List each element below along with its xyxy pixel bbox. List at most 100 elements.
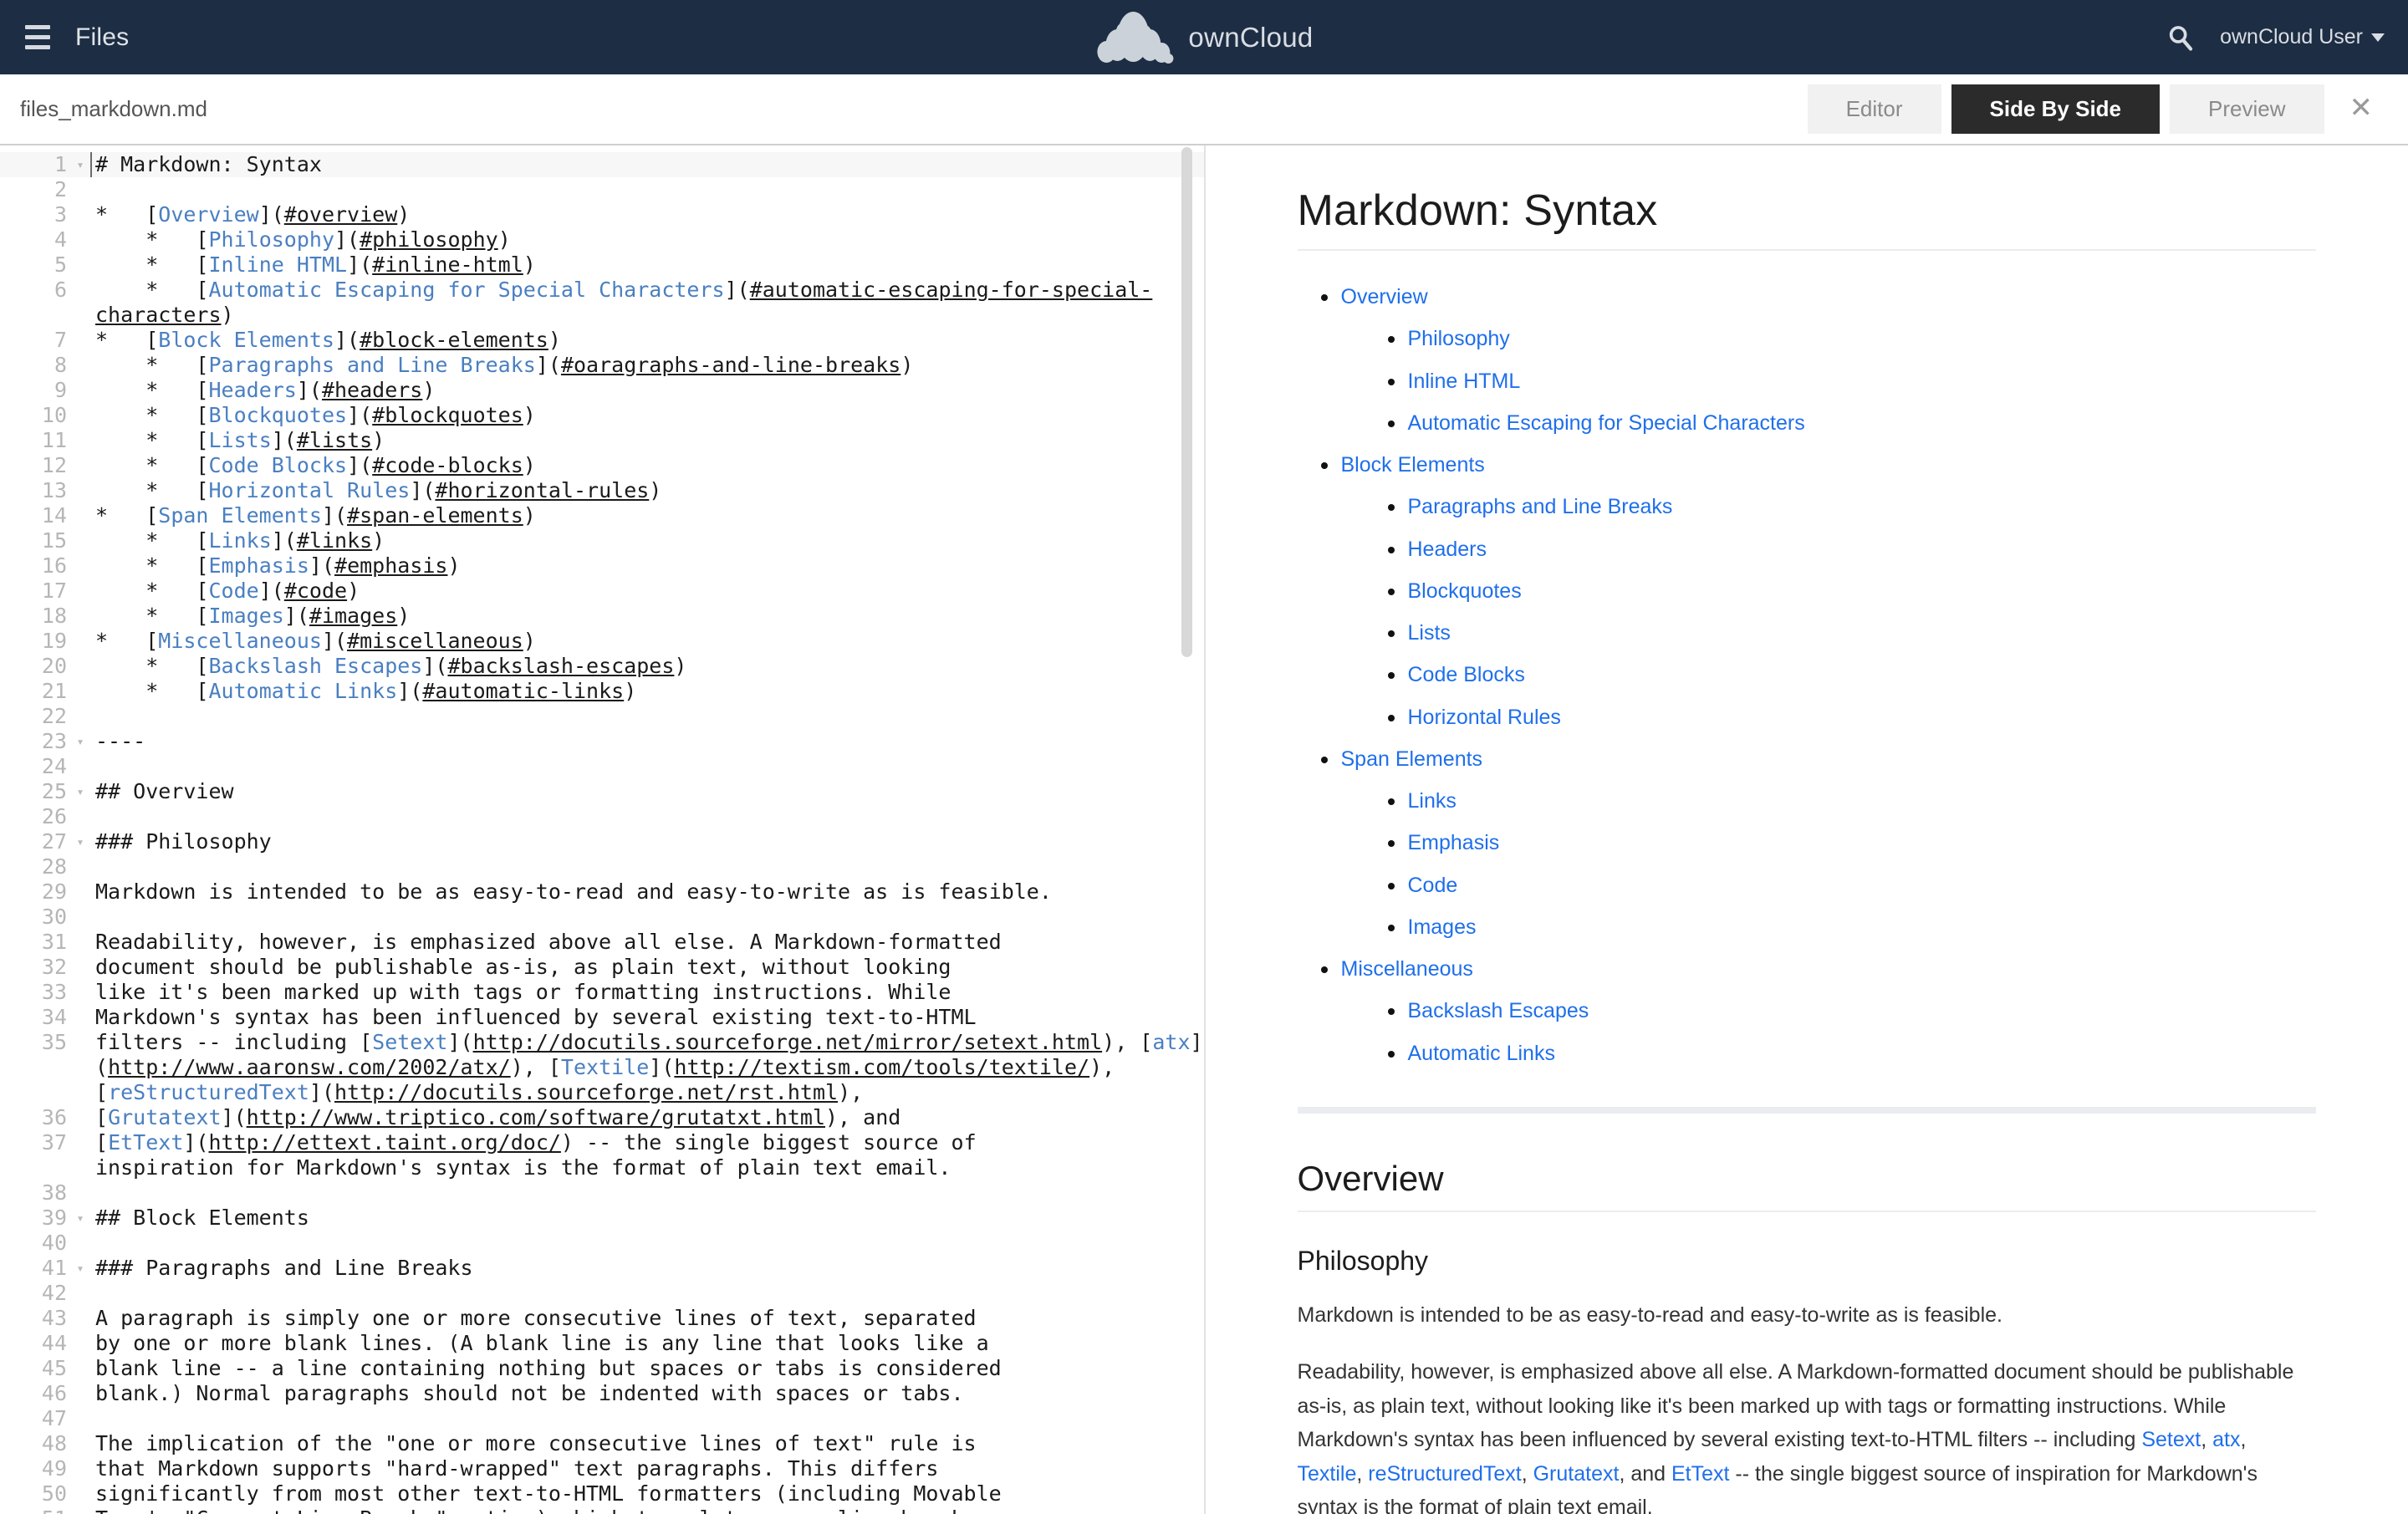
code-editor[interactable]: 1▾# Markdown: Syntax2 3* [Overview](#ove… bbox=[0, 145, 1204, 1514]
toc-sublink[interactable]: Automatic Links bbox=[1408, 1042, 1555, 1065]
toc-link[interactable]: Miscellaneous bbox=[1341, 957, 1473, 981]
toc-sublink[interactable]: Blockquotes bbox=[1408, 579, 1522, 603]
code-line[interactable]: 37[EtText](http://ettext.taint.org/doc/)… bbox=[0, 1130, 1204, 1155]
search-icon[interactable] bbox=[2166, 23, 2195, 52]
code-line[interactable]: 50significantly from most other text-to-… bbox=[0, 1481, 1204, 1506]
code-line[interactable]: 45blank line -- a line containing nothin… bbox=[0, 1356, 1204, 1381]
line-number: 47 bbox=[0, 1406, 70, 1431]
toc-sublink[interactable]: Horizontal Rules bbox=[1408, 706, 1561, 729]
code-line[interactable]: 51Type's "Convert Line Breaks" option) w… bbox=[0, 1506, 1204, 1514]
inline-link[interactable]: reStructuredText bbox=[1368, 1462, 1521, 1486]
code-line[interactable]: 20 * [Backslash Escapes](#backslash-esca… bbox=[0, 654, 1204, 679]
fold-arrow-icon[interactable]: ▾ bbox=[70, 1206, 90, 1231]
editor-scrollbar-thumb[interactable] bbox=[1181, 147, 1192, 657]
hamburger-menu-icon[interactable] bbox=[18, 18, 57, 57]
code-line[interactable]: 6 * [Automatic Escaping for Special Char… bbox=[0, 278, 1204, 328]
fold-arrow-icon[interactable]: ▾ bbox=[70, 1256, 90, 1281]
toc-sublink[interactable]: Inline HTML bbox=[1408, 370, 1521, 393]
line-number: 44 bbox=[0, 1331, 70, 1356]
toc-sublink[interactable]: Code bbox=[1408, 874, 1458, 897]
code-line-text: significantly from most other text-to-HT… bbox=[90, 1481, 1204, 1506]
toc-sublink[interactable]: Emphasis bbox=[1408, 831, 1500, 854]
fold-arrow-icon[interactable]: ▾ bbox=[70, 152, 90, 177]
fold-arrow-icon[interactable]: ▾ bbox=[70, 729, 90, 754]
code-line[interactable]: 39▾## Block Elements bbox=[0, 1206, 1204, 1231]
code-line-text: * [Overview](#overview) bbox=[90, 202, 1204, 227]
inline-link[interactable]: Grutatext bbox=[1533, 1462, 1620, 1486]
toc-link[interactable]: Span Elements bbox=[1341, 747, 1483, 771]
inline-link[interactable]: atx bbox=[2212, 1428, 2240, 1451]
code-line[interactable]: 33like it's been marked up with tags or … bbox=[0, 980, 1204, 1005]
code-line[interactable]: 9 * [Headers](#headers) bbox=[0, 378, 1204, 403]
code-line[interactable]: 48The implication of the "one or more co… bbox=[0, 1431, 1204, 1456]
user-menu[interactable]: ownCloud User bbox=[2220, 25, 2385, 49]
code-line[interactable]: 12 * [Code Blocks](#code-blocks) bbox=[0, 453, 1204, 478]
code-line[interactable]: 8 * [Paragraphs and Line Breaks](#oaragr… bbox=[0, 353, 1204, 378]
code-line[interactable]: 38 bbox=[0, 1180, 1204, 1206]
code-line[interactable]: 46blank.) Normal paragraphs should not b… bbox=[0, 1381, 1204, 1406]
code-line[interactable]: 31Readability, however, is emphasized ab… bbox=[0, 930, 1204, 955]
tab-side-by-side[interactable]: Side By Side bbox=[1951, 84, 2161, 134]
code-line[interactable]: 19* [Miscellaneous](#miscellaneous) bbox=[0, 629, 1204, 654]
code-line[interactable]: 11 * [Lists](#lists) bbox=[0, 428, 1204, 453]
code-line[interactable]: 22 bbox=[0, 704, 1204, 729]
toc-sublink[interactable]: Code Blocks bbox=[1408, 663, 1525, 686]
close-icon[interactable]: ✕ bbox=[2334, 89, 2389, 130]
code-line-text: Markdown's syntax has been influenced by… bbox=[90, 1005, 1204, 1030]
code-line[interactable]: 29Markdown is intended to be as easy-to-… bbox=[0, 879, 1204, 905]
inline-link[interactable]: Setext bbox=[2141, 1428, 2201, 1451]
markdown-editor-pane[interactable]: 1▾# Markdown: Syntax2 3* [Overview](#ove… bbox=[0, 145, 1206, 1514]
code-line[interactable]: 16 * [Emphasis](#emphasis) bbox=[0, 553, 1204, 579]
code-line[interactable]: 25▾## Overview bbox=[0, 779, 1204, 804]
toc-link[interactable]: Block Elements bbox=[1341, 453, 1485, 477]
toc-sublink[interactable]: Lists bbox=[1408, 621, 1451, 645]
code-line[interactable]: 26 bbox=[0, 804, 1204, 829]
code-line[interactable]: 4 * [Philosophy](#philosophy) bbox=[0, 227, 1204, 252]
fold-arrow-icon[interactable]: ▾ bbox=[70, 829, 90, 854]
inline-link[interactable]: EtText bbox=[1671, 1462, 1729, 1486]
code-line[interactable]: 35filters -- including [Setext](http://d… bbox=[0, 1030, 1204, 1105]
code-line[interactable]: 2 bbox=[0, 177, 1204, 202]
code-line[interactable]: 27▾### Philosophy bbox=[0, 829, 1204, 854]
code-line[interactable]: 7* [Block Elements](#block-elements) bbox=[0, 328, 1204, 353]
toc-sublink[interactable]: Philosophy bbox=[1408, 327, 1510, 350]
inline-link[interactable]: Textile bbox=[1298, 1462, 1357, 1486]
toc-sublink[interactable]: Links bbox=[1408, 789, 1457, 813]
code-line-text bbox=[90, 177, 1204, 202]
toc-sublink[interactable]: Images bbox=[1408, 915, 1477, 939]
code-line[interactable]: 36[Grutatext](http://www.triptico.com/so… bbox=[0, 1105, 1204, 1130]
code-line[interactable]: 15 * [Links](#links) bbox=[0, 528, 1204, 553]
code-line[interactable]: 3* [Overview](#overview) bbox=[0, 202, 1204, 227]
toc-sublink[interactable]: Headers bbox=[1408, 538, 1487, 561]
code-line[interactable]: 34Markdown's syntax has been influenced … bbox=[0, 1005, 1204, 1030]
code-line[interactable]: 5 * [Inline HTML](#inline-html) bbox=[0, 252, 1204, 278]
code-line[interactable]: 49that Markdown supports "hard-wrapped" … bbox=[0, 1456, 1204, 1481]
toc-sublink[interactable]: Paragraphs and Line Breaks bbox=[1408, 495, 1673, 518]
code-line[interactable]: 1▾# Markdown: Syntax bbox=[0, 152, 1204, 177]
code-line[interactable]: 28 bbox=[0, 854, 1204, 879]
code-line[interactable]: 21 * [Automatic Links](#automatic-links) bbox=[0, 679, 1204, 704]
code-line[interactable]: 44by one or more blank lines. (A blank l… bbox=[0, 1331, 1204, 1356]
code-line[interactable]: 30 bbox=[0, 905, 1204, 930]
code-line[interactable]: 14* [Span Elements](#span-elements) bbox=[0, 503, 1204, 528]
tab-editor[interactable]: Editor bbox=[1808, 84, 1941, 134]
code-line[interactable]: 42 bbox=[0, 1281, 1204, 1306]
toc-sublink[interactable]: Automatic Escaping for Special Character… bbox=[1408, 411, 1805, 435]
code-line[interactable]: 24 bbox=[0, 754, 1204, 779]
code-line[interactable]: 23▾---- bbox=[0, 729, 1204, 754]
code-line[interactable]: 40 bbox=[0, 1231, 1204, 1256]
tab-preview[interactable]: Preview bbox=[2170, 84, 2324, 134]
code-line[interactable]: 41▾### Paragraphs and Line Breaks bbox=[0, 1256, 1204, 1281]
owncloud-brand[interactable]: ownCloud bbox=[1094, 12, 1313, 64]
code-line[interactable]: 47 bbox=[0, 1406, 1204, 1431]
toc-sublink[interactable]: Backslash Escapes bbox=[1408, 999, 1589, 1022]
code-line[interactable]: 18 * [Images](#images) bbox=[0, 604, 1204, 629]
code-line[interactable]: 17 * [Code](#code) bbox=[0, 579, 1204, 604]
code-line[interactable]: 43A paragraph is simply one or more cons… bbox=[0, 1306, 1204, 1331]
toc-link[interactable]: Overview bbox=[1341, 285, 1428, 308]
code-line[interactable]: 13 * [Horizontal Rules](#horizontal-rule… bbox=[0, 478, 1204, 503]
code-line[interactable]: 32document should be publishable as-is, … bbox=[0, 955, 1204, 980]
fold-arrow-icon[interactable]: ▾ bbox=[70, 779, 90, 804]
code-line[interactable]: inspiration for Markdown's syntax is the… bbox=[0, 1155, 1204, 1180]
code-line[interactable]: 10 * [Blockquotes](#blockquotes) bbox=[0, 403, 1204, 428]
